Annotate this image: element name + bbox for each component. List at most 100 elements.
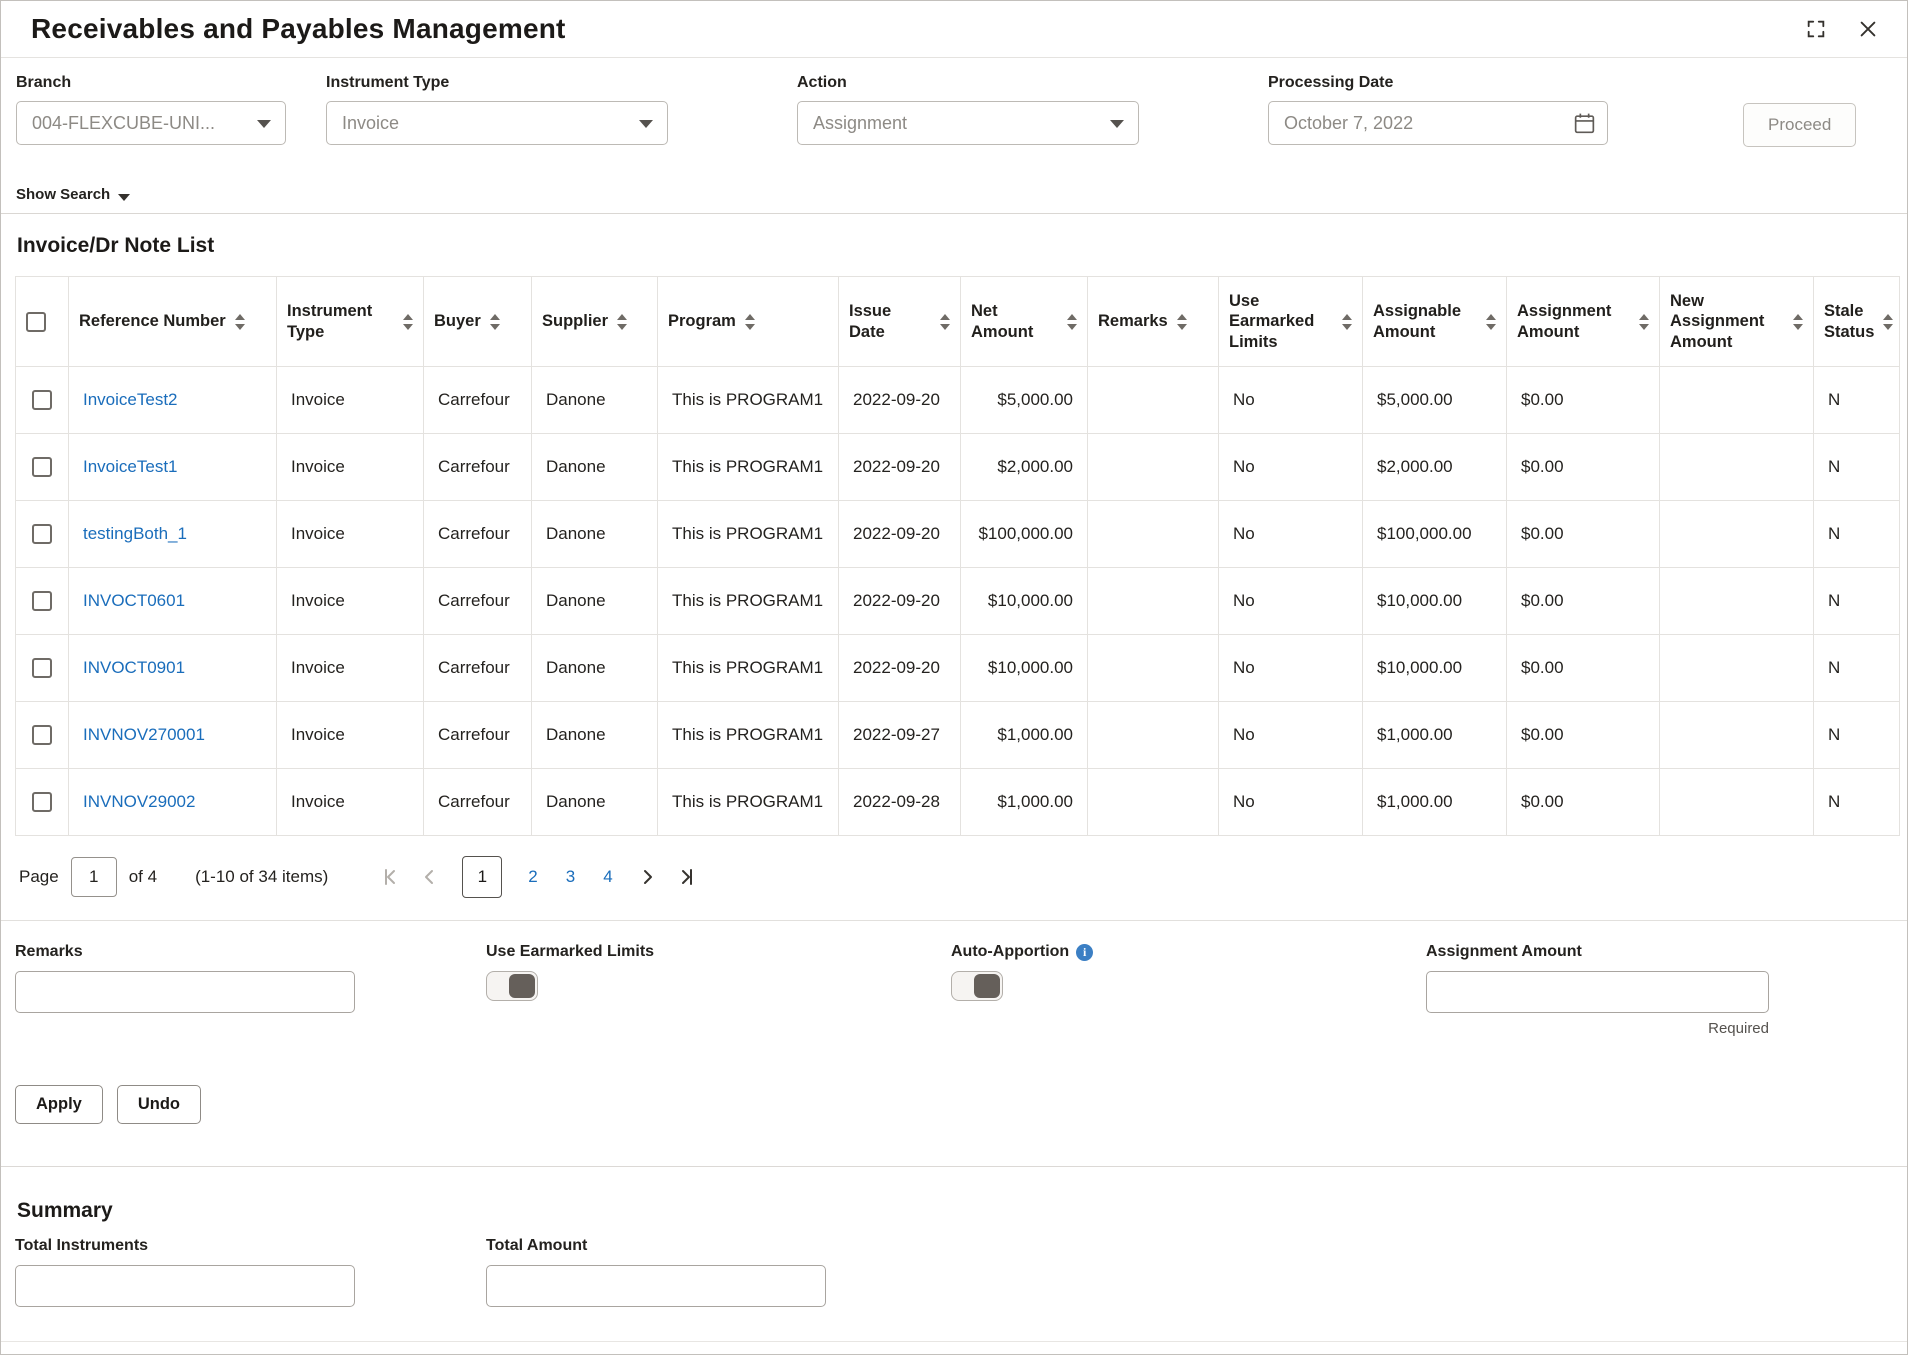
reference-link[interactable]: InvoiceTest2 bbox=[83, 390, 178, 409]
undo-button[interactable]: Undo bbox=[116, 1085, 201, 1124]
auto-apportion-toggle[interactable] bbox=[951, 971, 1003, 1001]
show-search-toggle[interactable]: Show Search bbox=[1, 176, 1907, 214]
current-page[interactable]: 1 bbox=[462, 856, 503, 898]
row-checkbox[interactable] bbox=[32, 658, 52, 679]
sort-icon[interactable] bbox=[1793, 313, 1803, 330]
net-amount-cell: $1,000.00 bbox=[960, 701, 1088, 769]
table-row: INVNOV29002 Invoice Carrefour Danone Thi… bbox=[15, 768, 1900, 836]
buyer-cell: Carrefour bbox=[423, 433, 532, 501]
proceed-button[interactable]: Proceed bbox=[1743, 103, 1857, 147]
calendar-icon[interactable] bbox=[1572, 111, 1597, 141]
use-earmarked-limits-cell: No bbox=[1218, 366, 1363, 434]
row-checkbox[interactable] bbox=[32, 792, 52, 813]
sort-icon[interactable] bbox=[744, 313, 755, 330]
processing-date-input[interactable] bbox=[1269, 102, 1607, 144]
instrument-type-select[interactable]: Invoice bbox=[326, 101, 668, 145]
instrument-type-cell: Invoice bbox=[276, 567, 424, 635]
row-checkbox[interactable] bbox=[32, 524, 52, 545]
new-assignment-amount-cell bbox=[1659, 500, 1814, 568]
issue-date-cell: 2022-09-20 bbox=[838, 366, 961, 434]
table-row: testingBoth_1 Invoice Carrefour Danone T… bbox=[15, 500, 1900, 568]
col-stale-status: Stale Status bbox=[1824, 301, 1875, 341]
branch-value: 004-FLEXCUBE-UNI... bbox=[32, 112, 216, 133]
reference-link[interactable]: INVNOV270001 bbox=[83, 725, 205, 744]
info-icon[interactable]: i bbox=[1076, 943, 1094, 961]
table-row: INVOCT0601 Invoice Carrefour Danone This… bbox=[15, 567, 1900, 635]
instrument-type-cell: Invoice bbox=[276, 500, 424, 568]
reference-link[interactable]: INVOCT0601 bbox=[83, 591, 185, 610]
assignable-amount-cell: $5,000.00 bbox=[1362, 366, 1507, 434]
issue-date-cell: 2022-09-27 bbox=[838, 701, 961, 769]
remarks-input[interactable] bbox=[15, 971, 355, 1013]
reference-link[interactable]: testingBoth_1 bbox=[83, 524, 187, 543]
row-checkbox[interactable] bbox=[32, 725, 52, 746]
previous-page-icon[interactable] bbox=[414, 861, 446, 893]
pagination-bar: Page of 4 (1-10 of 34 items) 1 2 3 4 bbox=[15, 836, 1893, 920]
page-link-3[interactable]: 3 bbox=[566, 867, 575, 887]
row-checkbox[interactable] bbox=[32, 390, 52, 411]
total-amount-input[interactable] bbox=[486, 1265, 826, 1307]
close-icon[interactable] bbox=[1855, 16, 1881, 42]
sort-icon[interactable] bbox=[940, 313, 950, 330]
page-link-4[interactable]: 4 bbox=[603, 867, 612, 887]
action-label: Action bbox=[797, 74, 847, 91]
sort-icon[interactable] bbox=[617, 313, 628, 330]
apply-button[interactable]: Apply bbox=[15, 1085, 103, 1124]
sort-icon[interactable] bbox=[1883, 313, 1894, 330]
use-earmarked-limits-cell: No bbox=[1218, 500, 1363, 568]
form-actions: Apply Undo bbox=[1, 1085, 1907, 1124]
sort-icon[interactable] bbox=[489, 313, 500, 330]
total-amount-field: Total Amount bbox=[486, 1237, 826, 1307]
instrument-type-field: Instrument Type Invoice bbox=[326, 74, 668, 145]
instrument-type-label: Instrument Type bbox=[326, 74, 450, 91]
row-checkbox[interactable] bbox=[32, 591, 52, 612]
first-page-icon[interactable] bbox=[374, 861, 406, 893]
reference-link[interactable]: InvoiceTest1 bbox=[83, 457, 178, 476]
sort-icon[interactable] bbox=[234, 313, 245, 330]
assignment-amount-input[interactable] bbox=[1426, 971, 1769, 1013]
page-link-2[interactable]: 2 bbox=[528, 867, 537, 887]
summary-title: Summary bbox=[17, 1199, 113, 1222]
stale-status-cell: N bbox=[1813, 701, 1900, 769]
footer-actions: Submit Cancel bbox=[1, 1341, 1907, 1354]
resize-icon[interactable] bbox=[1803, 16, 1829, 42]
new-assignment-amount-cell bbox=[1659, 701, 1814, 769]
page-number-input[interactable] bbox=[70, 857, 117, 897]
use-earmarked-limits-toggle[interactable] bbox=[486, 971, 538, 1001]
total-instruments-input[interactable] bbox=[15, 1265, 355, 1307]
net-amount-cell: $5,000.00 bbox=[960, 366, 1088, 434]
summary-section: Summary Total Instruments Total Amount bbox=[1, 1199, 1907, 1307]
instrument-type-cell: Invoice bbox=[276, 366, 424, 434]
sort-icon[interactable] bbox=[1342, 313, 1352, 330]
remarks-cell bbox=[1087, 366, 1219, 434]
assignment-form: Remarks Use Earmarked Limits Auto-Apport… bbox=[1, 921, 1907, 1079]
remarks-cell bbox=[1087, 701, 1219, 769]
assignable-amount-cell: $1,000.00 bbox=[1362, 768, 1507, 836]
processing-date-label: Processing Date bbox=[1268, 74, 1394, 91]
select-all-checkbox[interactable] bbox=[26, 311, 46, 332]
new-assignment-amount-cell bbox=[1659, 366, 1814, 434]
sort-icon[interactable] bbox=[1486, 313, 1496, 330]
action-select[interactable]: Assignment bbox=[797, 101, 1139, 145]
reference-link[interactable]: INVNOV29002 bbox=[83, 792, 195, 811]
buyer-cell: Carrefour bbox=[423, 366, 532, 434]
last-page-icon[interactable] bbox=[671, 861, 703, 893]
sort-icon[interactable] bbox=[1639, 313, 1649, 330]
row-checkbox[interactable] bbox=[32, 457, 52, 478]
stale-status-cell: N bbox=[1813, 768, 1900, 836]
next-page-icon[interactable] bbox=[631, 861, 663, 893]
sort-icon[interactable] bbox=[1067, 313, 1077, 330]
assignment-amount-cell: $0.00 bbox=[1506, 366, 1660, 434]
table-row: InvoiceTest1 Invoice Carrefour Danone Th… bbox=[15, 433, 1900, 501]
branch-label: Branch bbox=[16, 74, 72, 91]
sort-icon[interactable] bbox=[1176, 313, 1187, 330]
program-cell: This is PROGRAM1 bbox=[657, 768, 839, 836]
use-earmarked-limits-field: Use Earmarked Limits bbox=[486, 943, 654, 1001]
reference-link[interactable]: INVOCT0901 bbox=[83, 658, 185, 677]
branch-select[interactable]: 004-FLEXCUBE-UNI... bbox=[16, 101, 286, 145]
table-row: InvoiceTest2 Invoice Carrefour Danone Th… bbox=[15, 366, 1900, 434]
action-value: Assignment bbox=[813, 112, 908, 133]
col-use-earmarked-limits: Use Earmarked Limits bbox=[1229, 291, 1315, 351]
toggle-knob bbox=[974, 974, 1000, 998]
sort-icon[interactable] bbox=[403, 313, 413, 330]
